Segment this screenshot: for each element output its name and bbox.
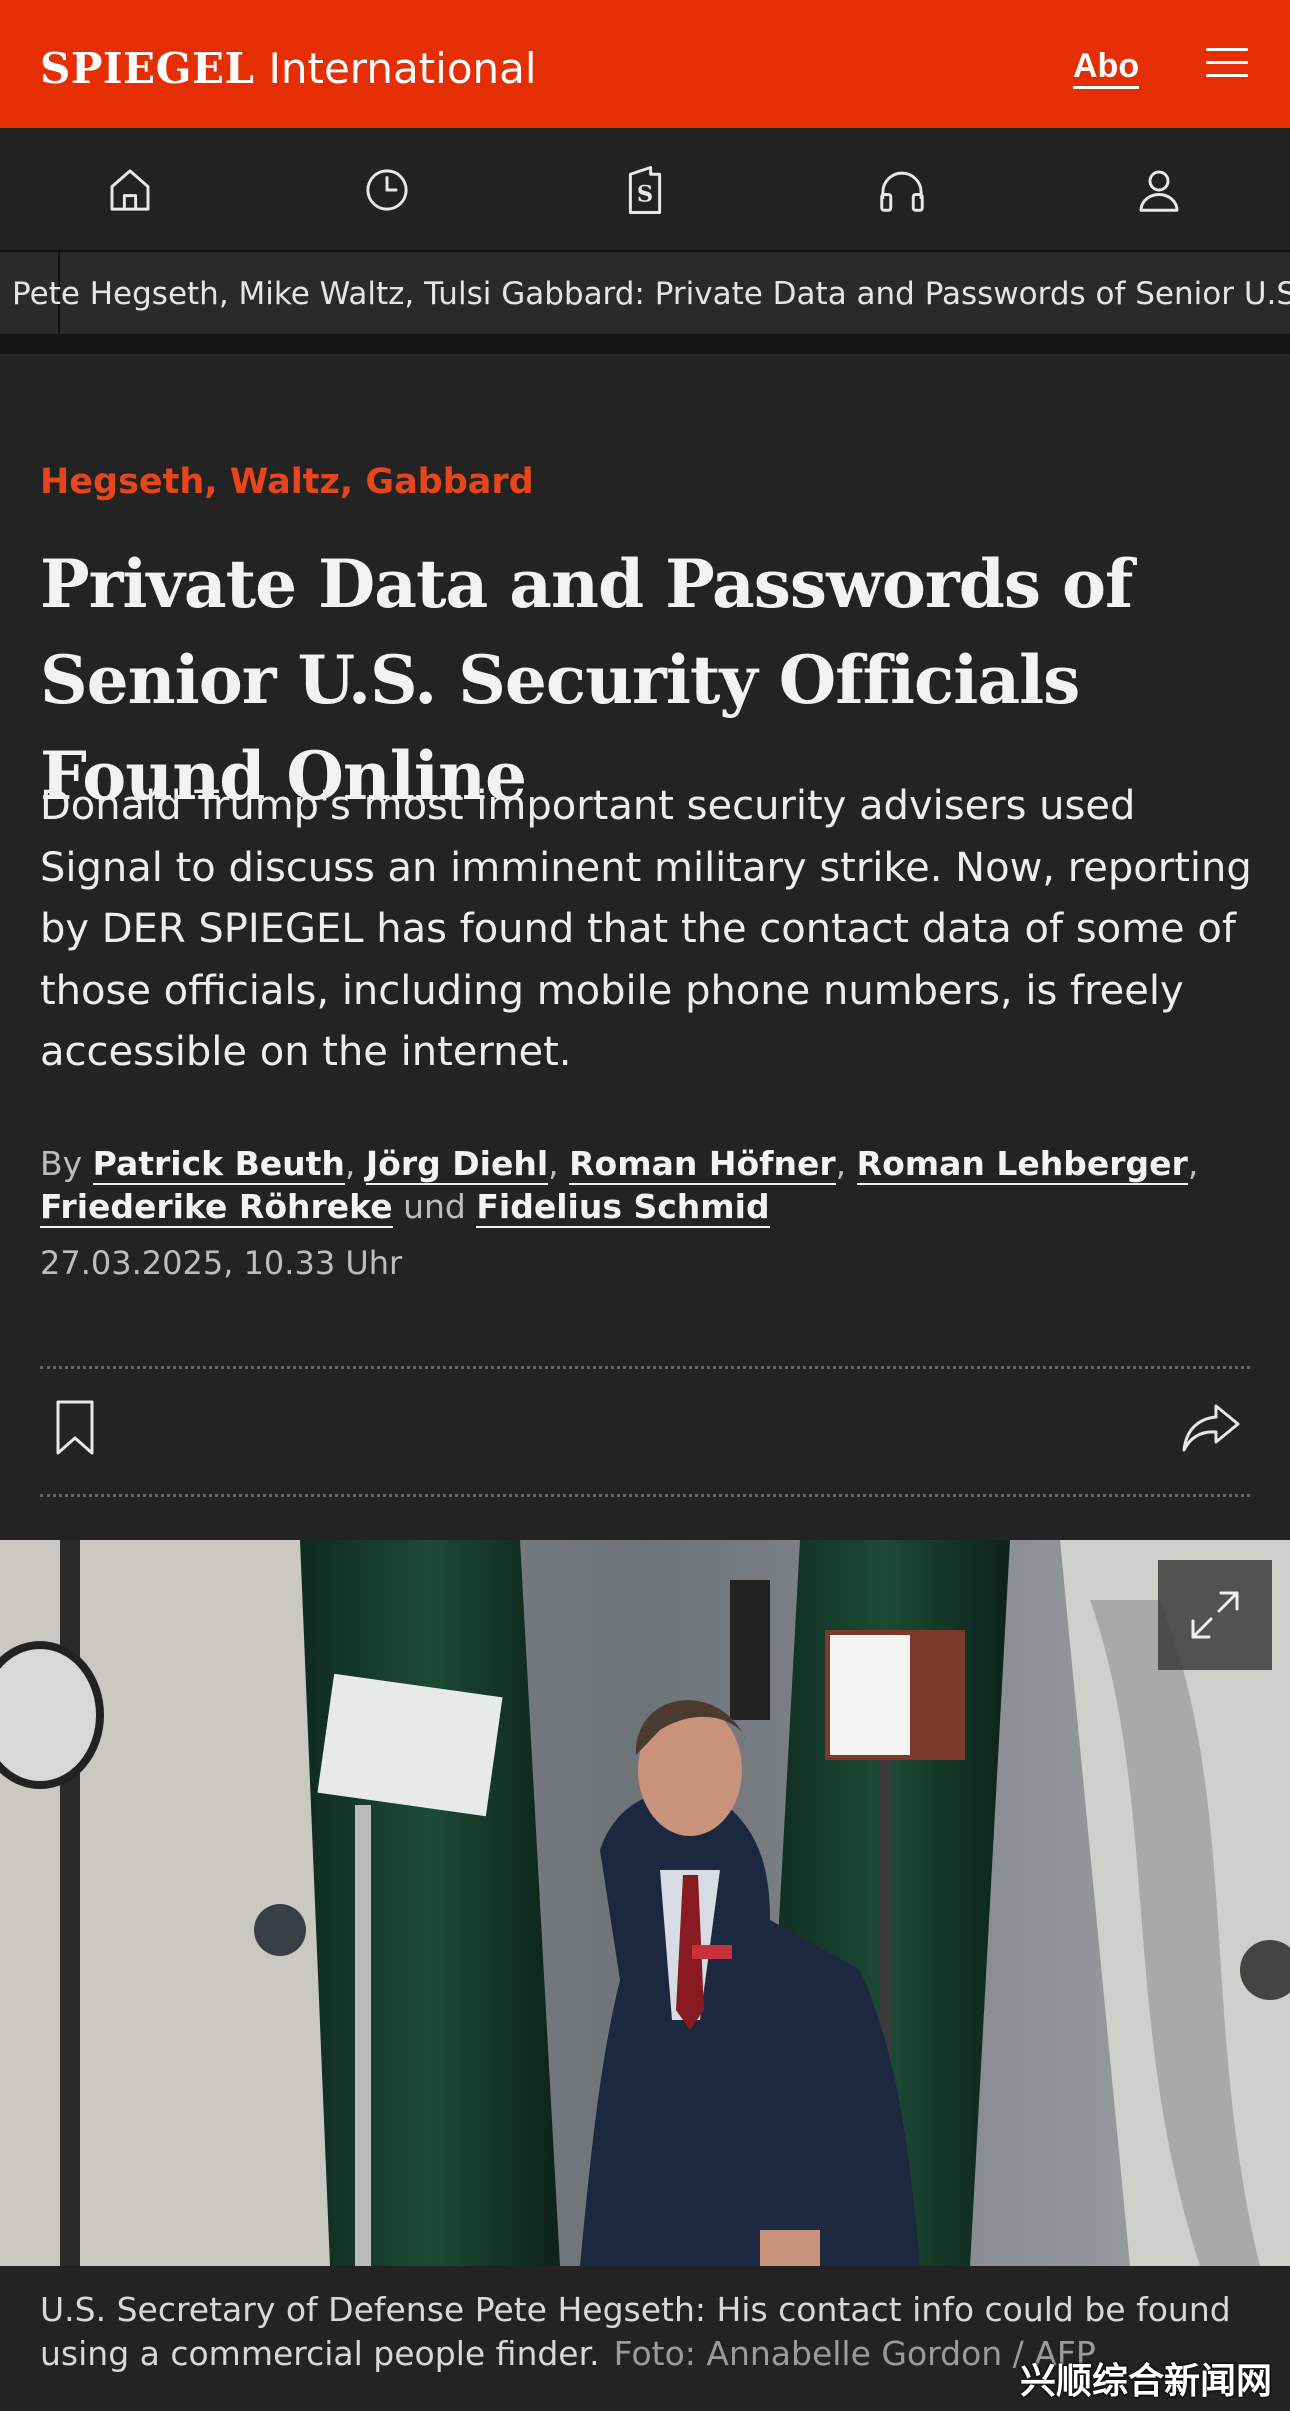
author-link[interactable]: Friederike Röhreke	[40, 1187, 393, 1228]
site-logo[interactable]: SPIEGEL International	[40, 44, 537, 93]
home-icon[interactable]	[98, 158, 162, 222]
svg-text:S: S	[637, 181, 653, 207]
brand-section: International	[268, 44, 537, 93]
ticker-text[interactable]: Pete Hegseth, Mike Waltz, Tulsi Gabbard:…	[12, 276, 1290, 312]
hamburger-menu-icon[interactable]	[1206, 48, 1250, 80]
top-bar: SPIEGEL International Abo	[0, 0, 1290, 128]
author-separator: ,	[548, 1144, 559, 1183]
byline-conjunction: und	[403, 1187, 466, 1226]
byline: By Patrick Beuth, Jörg Diehl, Roman Höfn…	[40, 1142, 1260, 1228]
spiegel-plus-icon[interactable]: S	[613, 158, 677, 222]
bookmark-icon[interactable]	[52, 1398, 98, 1458]
article-photo[interactable]	[0, 1540, 1290, 2266]
divider	[40, 1366, 1250, 1369]
expand-image-icon[interactable]	[1158, 1560, 1272, 1670]
publish-date: 27.03.2025, 10.33 Uhr	[40, 1244, 403, 1282]
author-separator: ,	[344, 1144, 356, 1183]
author-separator: ,	[835, 1144, 847, 1183]
author-link[interactable]: Roman Lehberger	[856, 1144, 1188, 1185]
author-link[interactable]: Roman Höfner	[569, 1144, 836, 1185]
brand-name: SPIEGEL	[40, 44, 255, 93]
photo-illustration	[0, 1540, 1290, 2266]
author-link[interactable]: Fidelius Schmid	[476, 1187, 770, 1228]
author-link[interactable]: Patrick Beuth	[92, 1144, 345, 1185]
share-icon[interactable]	[1180, 1400, 1242, 1456]
author-link[interactable]: Jörg Diehl	[365, 1144, 549, 1185]
profile-icon[interactable]	[1127, 158, 1191, 222]
divider	[40, 1494, 1250, 1497]
clock-icon[interactable]	[355, 158, 419, 222]
headline-ticker[interactable]: Pete Hegseth, Mike Waltz, Tulsi Gabbard:…	[0, 252, 1290, 354]
article-kicker: Hegseth, Waltz, Gabbard	[40, 462, 534, 502]
author-separator: ,	[1187, 1144, 1199, 1183]
headphones-icon[interactable]	[870, 158, 934, 222]
abo-link[interactable]: Abo	[1073, 46, 1140, 89]
byline-prefix: By	[40, 1144, 83, 1183]
icon-navigation: S	[0, 128, 1290, 252]
watermark: 兴顺综合新闻网	[1020, 2361, 1273, 2402]
article-lead: Donald Trump's most important security a…	[40, 783, 1252, 1075]
